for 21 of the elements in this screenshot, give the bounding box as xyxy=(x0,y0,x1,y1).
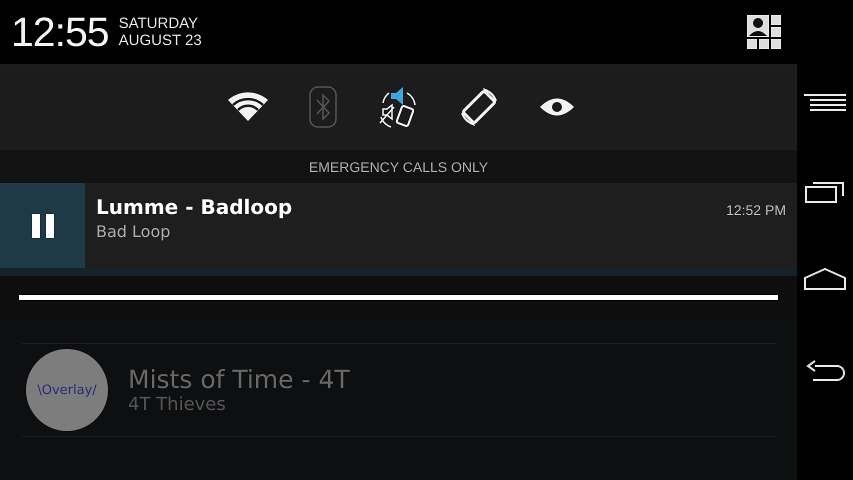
menu-icon[interactable] xyxy=(804,94,846,112)
notification-time: 12:52 PM xyxy=(726,201,787,220)
home-icon[interactable] xyxy=(804,268,846,290)
eye-icon[interactable] xyxy=(538,96,574,118)
pause-icon xyxy=(32,214,54,238)
user-grid-icon[interactable] xyxy=(747,15,781,49)
wifi-icon[interactable] xyxy=(226,91,268,123)
speaker-phone-icon[interactable] xyxy=(376,85,418,129)
artist-name: Bad Loop xyxy=(96,222,172,241)
back-icon[interactable] xyxy=(805,360,845,382)
pause-button[interactable] xyxy=(0,183,85,268)
clock-time: 12:55 xyxy=(11,8,109,56)
album-art-text: \Overlay/ xyxy=(37,382,97,398)
date-label: AUGUST 23 xyxy=(118,32,202,49)
day-label: SATURDAY xyxy=(118,15,200,32)
carrier-label: EMERGENCY CALLS ONLY xyxy=(0,150,797,183)
rotation-icon[interactable] xyxy=(458,87,498,127)
track-title: Lumme - Badloop xyxy=(96,195,294,219)
artist-name: 4T Thieves xyxy=(128,394,227,415)
song-title: Mists of Time - 4T xyxy=(128,365,350,394)
media-notification[interactable]: Lumme - Badloop Bad Loop 12:52 PM xyxy=(0,183,797,276)
